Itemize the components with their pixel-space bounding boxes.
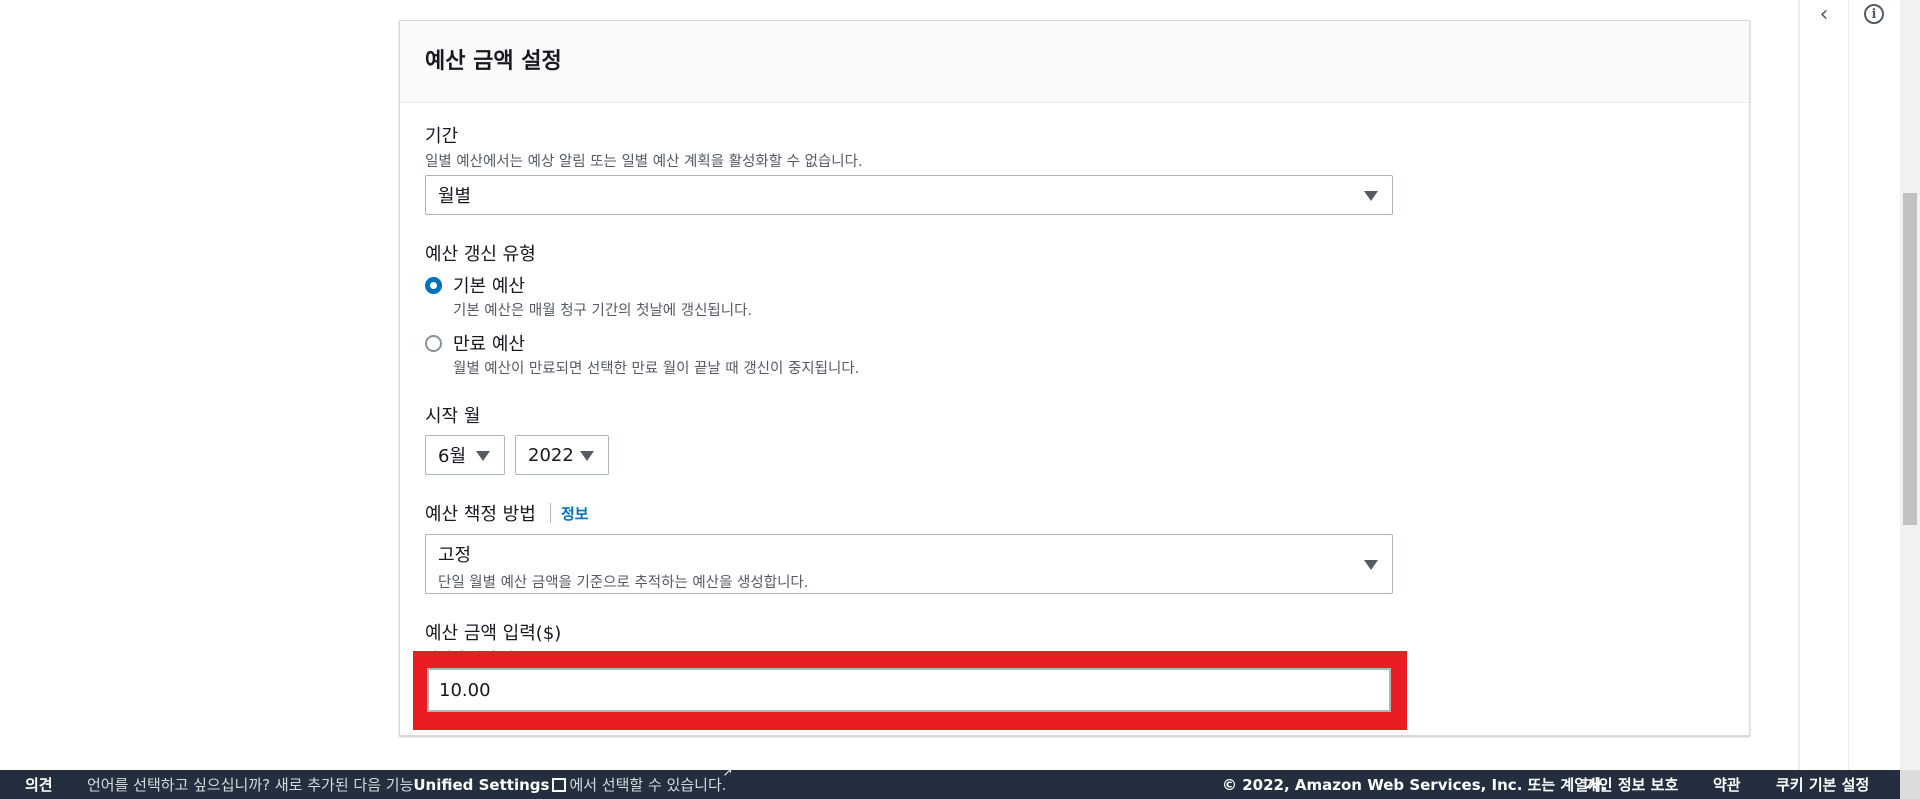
radio-standard-label[interactable]: 기본 예산 xyxy=(453,272,525,298)
panel-header: 예산 금액 설정 xyxy=(400,21,1749,103)
info-separator xyxy=(550,503,551,523)
external-link-icon xyxy=(552,778,567,792)
cookie-preferences-link[interactable]: 쿠키 기본 설정 xyxy=(1776,774,1869,795)
caret-down-icon xyxy=(476,451,490,461)
caret-down-icon xyxy=(1364,191,1378,201)
radio-standard-description: 기본 예산은 매월 청구 기간의 첫날에 갱신됩니다. xyxy=(453,303,753,319)
period-description: 일별 예산에서는 예상 알림 또는 일별 예산 계획을 활성화할 수 없습니다. xyxy=(425,154,863,170)
budget-amount-panel: 예산 금액 설정 xyxy=(399,20,1750,736)
language-suffix: 에서 선택할 수 있습니다. xyxy=(569,776,727,794)
radio-expiring-description: 월별 예산이 만료되면 선택한 만료 월이 끝날 때 갱신이 중지됩니다. xyxy=(453,361,860,377)
privacy-link[interactable]: 개인 정보 보호 xyxy=(1585,774,1678,795)
start-year-select[interactable]: 2022 xyxy=(515,435,609,475)
chevron-left-icon[interactable]: ‹ xyxy=(1810,0,1838,28)
method-select[interactable]: 고정 단일 월별 예산 금액을 기준으로 추적하는 예산을 생성합니다. xyxy=(425,534,1393,594)
info-icon[interactable]: i xyxy=(1860,0,1888,28)
method-value: 고정 xyxy=(438,545,472,566)
start-month-value: 6월 xyxy=(438,446,467,467)
side-rail-divider-2 xyxy=(1848,0,1849,770)
method-info-link[interactable]: 정보 xyxy=(561,503,589,524)
period-select[interactable]: 월별 xyxy=(425,175,1393,215)
language-prompt: 언어를 선택하고 싶으십니까? 새로 추가된 다음 기능Unified Sett… xyxy=(87,774,727,795)
radio-standard-budget[interactable] xyxy=(425,277,442,294)
console-footer: 의견 언어를 선택하고 싶으십니까? 새로 추가된 다음 기능Unified S… xyxy=(0,770,1920,799)
scrollbar-corner xyxy=(1900,770,1920,799)
period-label: 기간 xyxy=(425,126,459,147)
panel-title: 예산 금액 설정 xyxy=(425,49,562,74)
radio-expiring-label[interactable]: 만료 예산 xyxy=(453,330,525,356)
terms-link[interactable]: 약관 xyxy=(1713,774,1741,795)
budget-amount-input[interactable]: 10.00 xyxy=(427,668,1391,712)
info-circle-glyph: i xyxy=(1864,4,1884,24)
side-rail-divider xyxy=(1798,0,1800,770)
start-year-value: 2022 xyxy=(528,444,574,466)
scrollbar-thumb[interactable] xyxy=(1903,193,1917,525)
radio-expiring-budget[interactable] xyxy=(425,335,442,352)
start-month-label: 시작 월 xyxy=(425,406,481,427)
caret-down-icon xyxy=(580,451,594,461)
copyright-text: © 2022, Amazon Web Services, Inc. 또는 계열사… xyxy=(1222,776,1608,794)
page-scrollbar[interactable] xyxy=(1900,0,1920,770)
renewal-label: 예산 갱신 유형 xyxy=(425,244,536,265)
period-value: 월별 xyxy=(438,186,472,207)
amount-label: 예산 금액 입력($) xyxy=(425,623,562,644)
feedback-link[interactable]: 의견 xyxy=(25,774,53,795)
method-label: 예산 책정 방법 xyxy=(425,504,536,525)
method-value-description: 단일 월별 예산 금액을 기준으로 추적하는 예산을 생성합니다. xyxy=(438,575,809,591)
caret-down-icon xyxy=(1364,560,1378,570)
start-month-select[interactable]: 6월 xyxy=(425,435,505,475)
unified-settings-link[interactable]: Unified Settings xyxy=(413,776,549,794)
language-prompt-text: 언어를 선택하고 싶으십니까? 새로 추가된 다음 기능 xyxy=(87,776,414,794)
